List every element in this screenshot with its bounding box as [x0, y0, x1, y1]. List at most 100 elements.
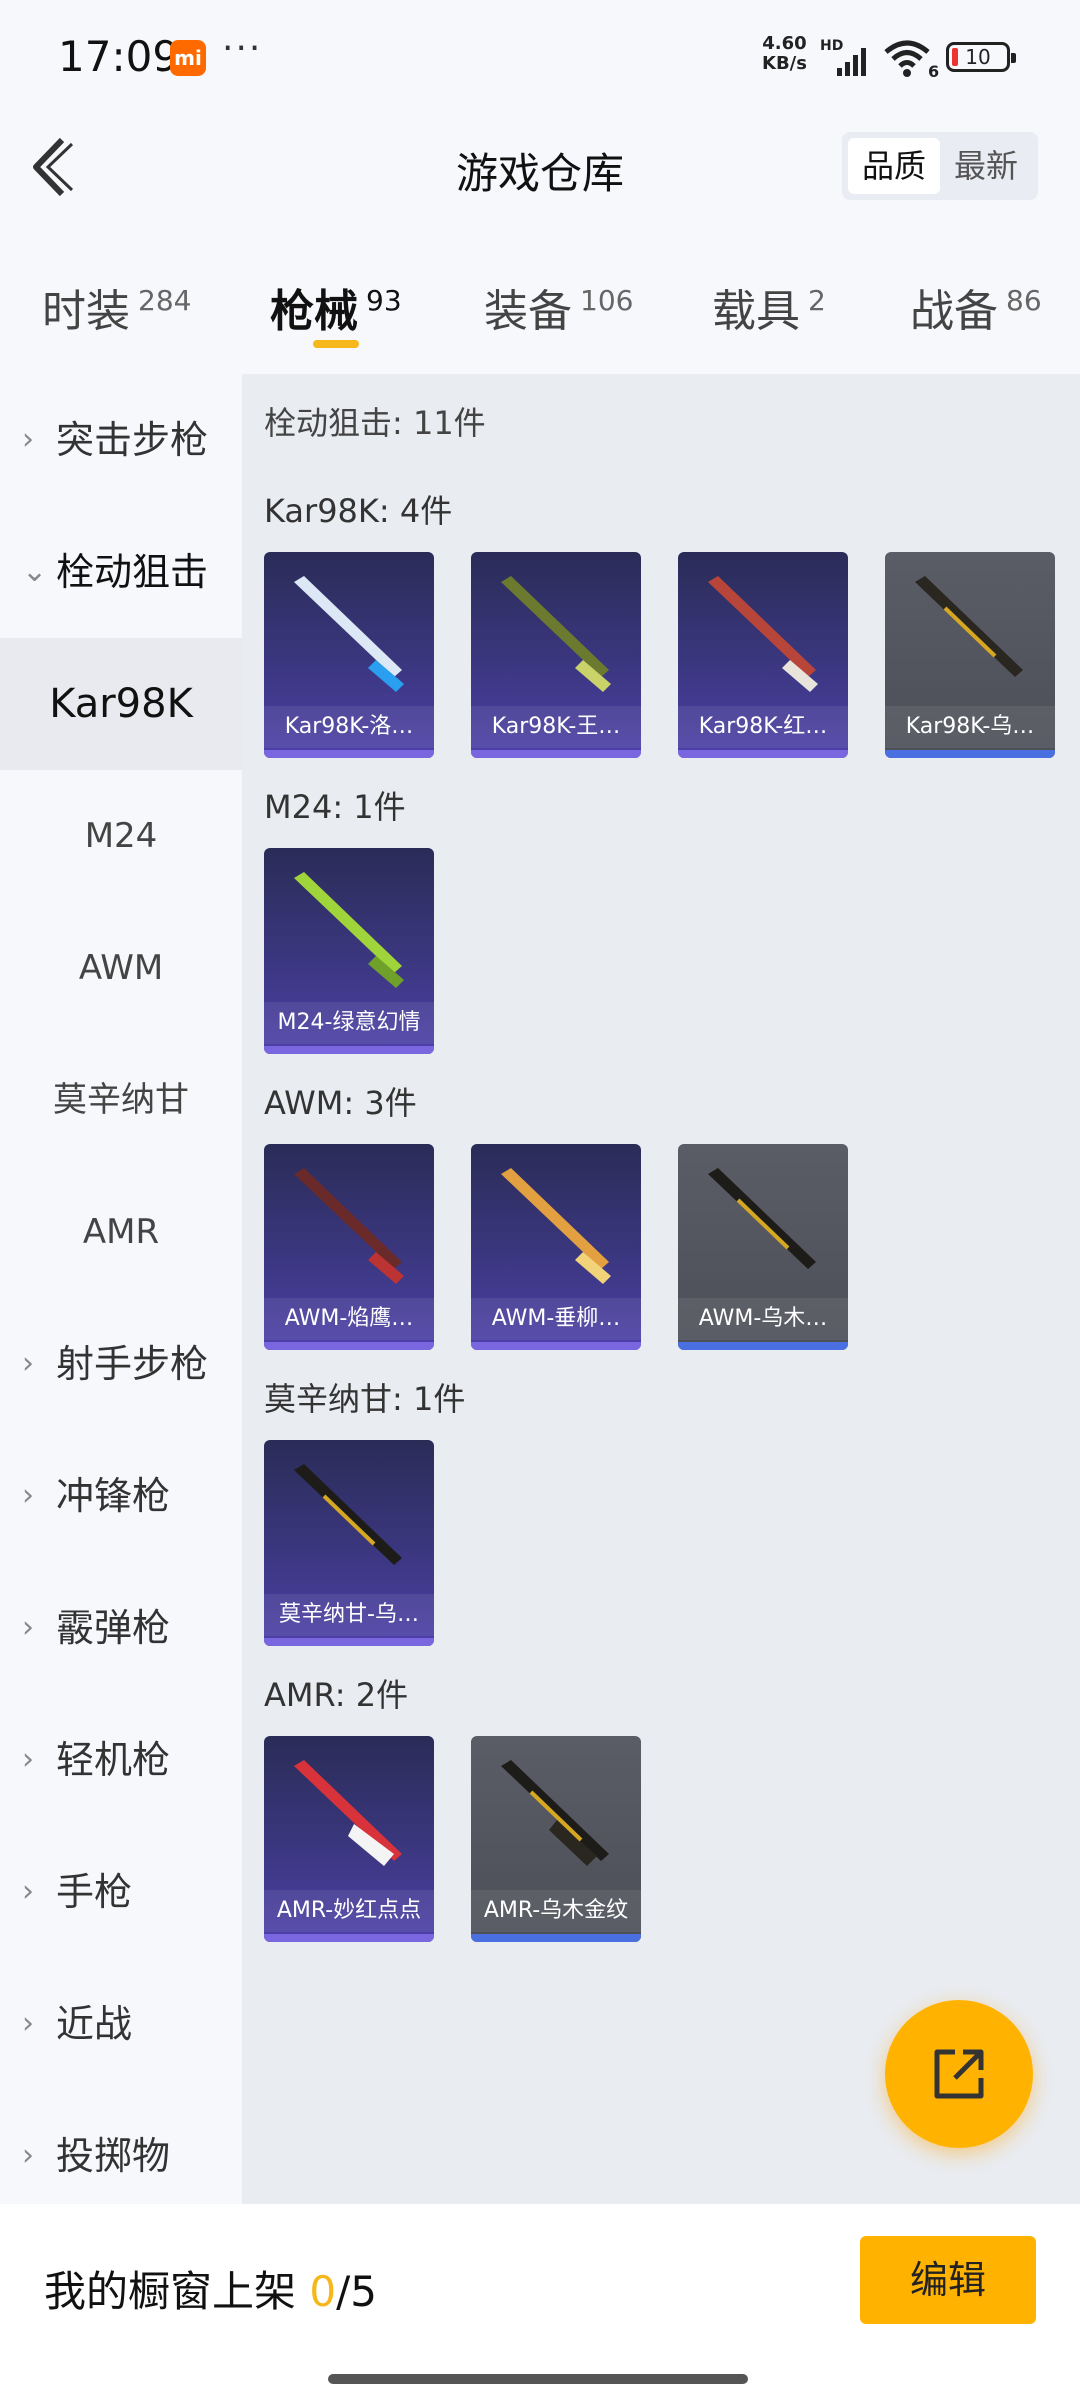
- sidebar-item-label: 霰弹枪: [56, 1606, 171, 1650]
- network-speed-unit: KB/s: [762, 53, 807, 74]
- rifle-skin-icon: [294, 1168, 404, 1284]
- sidebar-subitem-awm[interactable]: AWM: [0, 902, 242, 1034]
- rifle-skin-icon: [708, 576, 818, 692]
- tab-label: 时装: [42, 286, 130, 337]
- sidebar-item-label: 突击步枪: [56, 418, 209, 462]
- item-name: 莫辛纳甘-乌…: [264, 1594, 434, 1636]
- rarity-bar: [264, 1934, 434, 1942]
- tab-label: 战备: [910, 286, 998, 337]
- item-card[interactable]: Kar98K-红…: [678, 552, 848, 758]
- wifi-badge: 6: [928, 62, 940, 81]
- sort-newest-button[interactable]: 最新: [940, 138, 1032, 194]
- group-title-kar98k: Kar98K: 4件: [264, 492, 453, 530]
- share-button[interactable]: [885, 2000, 1033, 2148]
- rifle-skin-icon: [294, 872, 404, 988]
- sidebar-item-pistol[interactable]: › 手枪: [0, 1826, 242, 1958]
- tab-fashion[interactable]: 时装 284: [42, 275, 191, 339]
- sidebar-item-bolt-sniper[interactable]: ⌄ 栓动狙击: [0, 506, 242, 638]
- sidebar-item-assault-rifle[interactable]: › 突击步枪: [0, 374, 242, 506]
- sidebar-subitem-m24[interactable]: M24: [0, 770, 242, 902]
- tab-battle-gear[interactable]: 战备 86: [910, 275, 1042, 339]
- sidebar-item-label: AWM: [78, 948, 164, 988]
- item-name: Kar98K-乌…: [885, 706, 1055, 748]
- item-name: AWM-乌木…: [678, 1298, 848, 1340]
- edit-button[interactable]: 编辑: [860, 2236, 1036, 2324]
- tab-label: 装备: [484, 286, 572, 337]
- wifi-status: 6: [882, 38, 942, 82]
- sidebar-item-melee[interactable]: › 近战: [0, 1958, 242, 2090]
- sidebar-item-shotgun[interactable]: › 霰弹枪: [0, 1562, 242, 1694]
- showcase-total-count: /5: [336, 2267, 377, 2316]
- share-external-icon: [934, 2049, 984, 2099]
- group-title-mosin: 莫辛纳甘: 1件: [264, 1380, 466, 1418]
- rarity-bar: [885, 750, 1055, 758]
- network-speed: 4.60 KB/s: [762, 34, 807, 74]
- item-card[interactable]: 莫辛纳甘-乌…: [264, 1440, 434, 1646]
- sidebar-item-lmg[interactable]: › 轻机枪: [0, 1694, 242, 1826]
- rarity-bar: [264, 1638, 434, 1646]
- item-card[interactable]: Kar98K-洛…: [264, 552, 434, 758]
- item-name: AWM-垂柳…: [471, 1298, 641, 1340]
- showcase-current-count: 0: [309, 2267, 337, 2316]
- bottom-bar: 我的橱窗上架 0/5 编辑: [0, 2204, 1080, 2400]
- chevron-right-icon: ›: [22, 1346, 34, 1381]
- sidebar-item-smg[interactable]: › 冲锋枪: [0, 1430, 242, 1562]
- signal-icon: [837, 48, 866, 76]
- item-card[interactable]: Kar98K-乌…: [885, 552, 1055, 758]
- mi-app-icon: mi: [170, 40, 206, 76]
- tab-count: 284: [138, 284, 192, 318]
- item-card[interactable]: Kar98K-王…: [471, 552, 641, 758]
- item-card[interactable]: AWM-焰鹰…: [264, 1144, 434, 1350]
- chevron-right-icon: ›: [22, 1478, 34, 1513]
- item-card[interactable]: AWM-乌木…: [678, 1144, 848, 1350]
- rifle-skin-icon: [501, 576, 611, 692]
- rarity-bar: [264, 1342, 434, 1350]
- sort-quality-button[interactable]: 品质: [848, 138, 940, 194]
- sidebar-subitem-kar98k[interactable]: Kar98K: [0, 638, 242, 770]
- sidebar-item-label: M24: [84, 816, 158, 856]
- category-summary: 栓动狙击: 11件: [264, 404, 486, 442]
- tab-vehicles[interactable]: 载具 2: [712, 275, 826, 339]
- showcase-label: 我的橱窗上架: [44, 2267, 297, 2316]
- item-name: AWM-焰鹰…: [264, 1298, 434, 1340]
- sidebar-subitem-amr[interactable]: AMR: [0, 1166, 242, 1298]
- group-title-awm: AWM: 3件: [264, 1084, 417, 1122]
- item-card[interactable]: AMR-妙红点点: [264, 1736, 434, 1942]
- sidebar-item-label: 投掷物: [56, 2134, 171, 2178]
- item-card[interactable]: AMR-乌木金纹: [471, 1736, 641, 1942]
- rifle-skin-icon: [915, 576, 1023, 677]
- sidebar-item-label: AMR: [82, 1212, 160, 1252]
- sidebar-item-label: 近战: [56, 2002, 133, 2046]
- rifle-skin-icon: [708, 1168, 816, 1269]
- rarity-bar: [471, 1934, 641, 1942]
- home-indicator[interactable]: [328, 2374, 748, 2384]
- item-card[interactable]: M24-绿意幻情: [264, 848, 434, 1054]
- sidebar-item-label: 莫辛纳甘: [53, 1080, 189, 1120]
- tab-label: 枪械: [270, 286, 358, 337]
- category-tabs: 时装 284 枪械 93 装备 106 载具 2 战备 86: [0, 255, 1080, 365]
- rifle-skin-icon: [501, 1760, 609, 1866]
- sort-toggle: 品质 最新: [842, 132, 1038, 200]
- item-name: AMR-乌木金纹: [471, 1890, 641, 1932]
- sidebar-subitem-mosin[interactable]: 莫辛纳甘: [0, 1034, 242, 1166]
- tab-guns[interactable]: 枪械 93: [270, 275, 402, 339]
- group-title-amr: AMR: 2件: [264, 1676, 409, 1714]
- network-speed-value: 4.60: [762, 33, 807, 54]
- rarity-bar: [471, 750, 641, 758]
- chevron-right-icon: ›: [22, 422, 34, 457]
- tab-count: 86: [1006, 284, 1042, 318]
- rifle-skin-icon: [294, 1464, 402, 1565]
- sidebar-item-label: 冲锋枪: [56, 1474, 171, 1518]
- sidebar-item-label: Kar98K: [49, 681, 193, 727]
- item-card[interactable]: AWM-垂柳…: [471, 1144, 641, 1350]
- tab-count: 2: [808, 284, 826, 318]
- tab-equipment[interactable]: 装备 106: [484, 275, 633, 339]
- rifle-skin-icon: [294, 1760, 402, 1866]
- chevron-right-icon: ›: [22, 2006, 34, 2041]
- sidebar-item-throwable[interactable]: › 投掷物: [0, 2090, 242, 2222]
- chevron-right-icon: ›: [22, 2138, 34, 2173]
- sidebar-item-marksman-rifle[interactable]: › 射手步枪: [0, 1298, 242, 1430]
- tab-label: 载具: [712, 286, 800, 337]
- sidebar-item-label: 手枪: [56, 1870, 133, 1914]
- rarity-bar: [264, 750, 434, 758]
